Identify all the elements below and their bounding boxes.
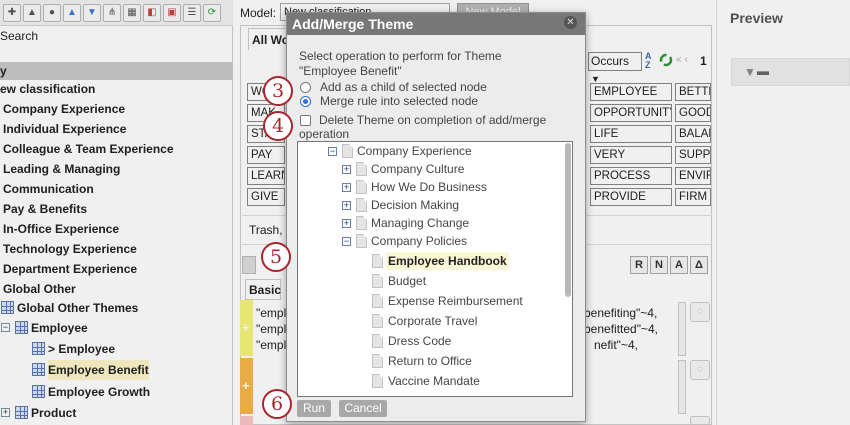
page-icon [372, 354, 383, 368]
dialog-title: Add/Merge Theme [292, 16, 414, 32]
page-icon [356, 216, 367, 230]
run-button[interactable]: Run [297, 400, 331, 417]
page-icon [372, 374, 383, 388]
page-icon [372, 254, 383, 268]
tree-scrollbar-thumb[interactable] [565, 143, 571, 297]
page-icon [342, 144, 353, 158]
page-icon [372, 294, 383, 308]
page-icon [372, 314, 383, 328]
page-icon [372, 334, 383, 348]
expand-icon[interactable]: + [342, 201, 351, 210]
expand-icon[interactable]: + [342, 219, 351, 228]
collapse-icon[interactable]: − [342, 237, 351, 246]
radio-add-as-child[interactable] [300, 82, 311, 93]
radio-merge-rule[interactable] [300, 96, 311, 107]
page-icon [372, 274, 383, 288]
step-marker-3: 3 [263, 76, 293, 106]
label-merge-rule: Merge rule into selected node [320, 94, 479, 108]
label-add-as-child: Add as a child of selected node [320, 80, 487, 94]
expand-icon[interactable]: + [342, 183, 351, 192]
page-icon [356, 234, 367, 248]
cancel-button[interactable]: Cancel [339, 400, 387, 417]
page-icon [356, 180, 367, 194]
dialog-prompt: Select operation to perform for Theme "E… [299, 49, 502, 78]
step-marker-4: 4 [263, 111, 293, 141]
close-icon[interactable]: ✕ [564, 16, 577, 29]
page-icon [356, 162, 367, 176]
expand-icon[interactable]: + [342, 165, 351, 174]
label-delete-theme: Delete Theme on completion of add/merge … [299, 113, 547, 141]
step-marker-6: 6 [262, 389, 292, 419]
collapse-icon[interactable]: − [328, 147, 337, 156]
page-icon [356, 198, 367, 212]
step-marker-5: 5 [261, 242, 291, 272]
